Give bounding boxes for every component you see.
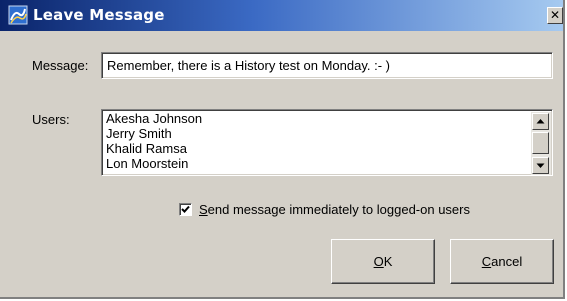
arrow-down-icon (536, 163, 545, 168)
arrow-up-icon (536, 119, 545, 124)
message-input[interactable]: Remember, there is a History test on Mon… (101, 52, 553, 79)
scroll-down-button[interactable] (532, 157, 549, 174)
send-immediately-text: end message immediately to logged-on use… (207, 202, 470, 217)
users-scrollbar[interactable] (531, 112, 551, 175)
send-immediately-checkbox[interactable] (179, 203, 192, 216)
wave-app-icon (8, 5, 28, 25)
scroll-thumb[interactable] (532, 132, 549, 154)
send-immediately-label[interactable]: Send message immediately to logged-on us… (199, 202, 470, 217)
users-label: Users: (32, 112, 70, 127)
message-label: Message: (32, 58, 89, 73)
users-listbox[interactable]: Akesha Johnson Jerry Smith Khalid Ramsa … (101, 109, 553, 176)
user-list-item[interactable]: Lon Moorstein (106, 156, 188, 171)
user-list-item[interactable]: Khalid Ramsa (106, 141, 187, 156)
cancel-label: Cancel (482, 254, 522, 269)
mnemonic-o: O (373, 254, 384, 269)
window-title: Leave Message (33, 6, 165, 24)
scroll-up-button[interactable] (532, 113, 549, 130)
mnemonic-c: C (481, 254, 492, 269)
title-bar[interactable]: Leave Message ✕ (0, 0, 563, 31)
mnemonic-s: S (199, 202, 208, 217)
cancel-button[interactable]: Cancel (450, 239, 554, 284)
leave-message-dialog: Leave Message ✕ Message: Remember, there… (0, 0, 565, 299)
ok-label-rest: K (383, 254, 393, 269)
close-icon: ✕ (549, 8, 561, 22)
user-list-item[interactable]: Akesha Johnson (106, 111, 202, 126)
checkmark-icon (181, 205, 190, 213)
cancel-label-rest: ancel (491, 254, 523, 269)
ok-label: OK (374, 254, 393, 269)
close-button[interactable]: ✕ (547, 7, 563, 24)
ok-button[interactable]: OK (331, 239, 435, 284)
user-list-item[interactable]: Jerry Smith (106, 126, 172, 141)
